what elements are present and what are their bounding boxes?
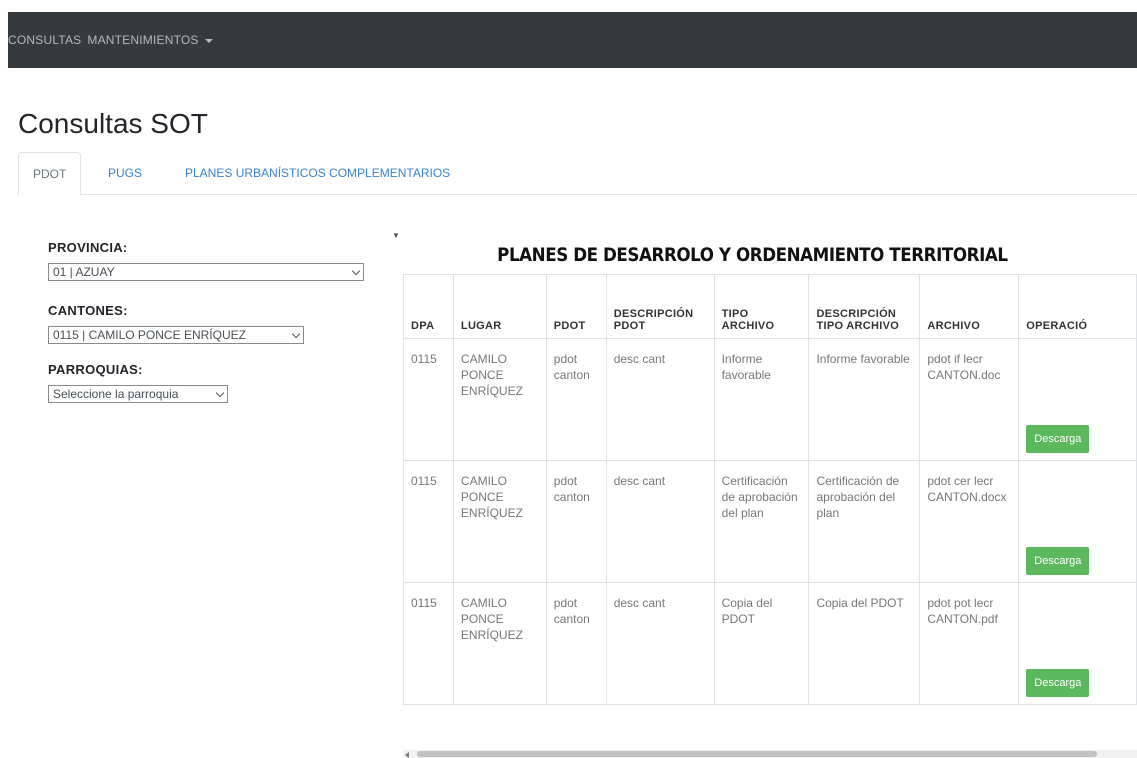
top-strip xyxy=(0,0,1137,12)
cell-pdot: pdot canton xyxy=(545,338,607,461)
cell-descripcion-tipo: Copia del PDOT xyxy=(808,582,921,705)
parroquias-select[interactable]: Seleccione la parroquia xyxy=(48,385,228,403)
cell-descripcion-pdot: desc cant xyxy=(605,460,715,583)
tab-planes-urbanisticos[interactable]: PLANES URBANÍSTICOS COMPLEMENTARIOS xyxy=(185,152,450,194)
cell-pdot: pdot canton xyxy=(545,460,607,583)
cell-operacion: Descarga xyxy=(1018,582,1137,705)
provincia-label: PROVINCIA: xyxy=(48,240,128,255)
column-header: TIPO ARCHIVO xyxy=(713,274,810,339)
cell-descripcion-tipo: Informe favorable xyxy=(808,338,921,461)
nav-mantenimientos[interactable]: MANTENIMIENTOS xyxy=(87,33,213,47)
horizontal-scrollbar[interactable] xyxy=(403,750,1137,758)
tab-bar: PDOT PUGS PLANES URBANÍSTICOS COMPLEMENT… xyxy=(18,152,1137,196)
cell-descripcion-pdot: desc cant xyxy=(605,338,715,461)
chevron-down-icon xyxy=(351,266,361,276)
cell-descripcion-tipo: Certificación de aprobación del plan xyxy=(808,460,921,583)
cell-descripcion-pdot: desc cant xyxy=(605,582,715,705)
scroll-left-icon[interactable] xyxy=(405,752,409,758)
nav-mantenimientos-label: MANTENIMIENTOS xyxy=(87,33,199,47)
tab-pugs[interactable]: PUGS xyxy=(108,152,142,194)
table-heading: PLANES DE DESARROLO Y ORDENAMIENTO TERRI… xyxy=(497,244,1008,266)
chevron-down-icon xyxy=(215,388,225,398)
parroquias-label: PARROQUIAS: xyxy=(48,362,143,377)
column-header: DESCRIPCIÓN PDOT xyxy=(605,274,715,339)
cantones-label: CANTONES: xyxy=(48,303,128,318)
nav-consultas[interactable]: CONSULTAS xyxy=(8,33,81,47)
page-title: Consultas SOT xyxy=(18,108,208,139)
cell-dpa: 0115 xyxy=(403,338,454,461)
provincia-value: 01 | AZUAY xyxy=(53,265,115,279)
scrollbar-thumb[interactable] xyxy=(417,751,1097,757)
column-header: PDOT xyxy=(545,274,607,339)
pdot-table: DPA LUGAR PDOT DESCRIPCIÓN PDOT TIPO ARC… xyxy=(403,274,1137,705)
table-container: DPA LUGAR PDOT DESCRIPCIÓN PDOT TIPO ARC… xyxy=(403,274,1137,758)
cell-lugar: CAMILO PONCE ENRÍQUEZ xyxy=(452,582,547,705)
parroquias-value: Seleccione la parroquia xyxy=(53,387,179,401)
column-header: ARCHIVO xyxy=(919,274,1020,339)
provincia-select[interactable]: 01 | AZUAY xyxy=(48,263,364,281)
collapse-caret-icon[interactable]: ▼ xyxy=(392,231,400,240)
table-row: 0115 CAMILO PONCE ENRÍQUEZ pdot canton d… xyxy=(403,460,1137,583)
column-header: OPERACIÓ xyxy=(1018,274,1137,339)
tab-pdot[interactable]: PDOT xyxy=(18,152,82,196)
cell-tipo-archivo: Copia del PDOT xyxy=(713,582,810,705)
cell-pdot: pdot canton xyxy=(545,582,607,705)
column-header: DESCRIPCIÓN TIPO ARCHIVO xyxy=(808,274,921,339)
cell-operacion: Descarga xyxy=(1018,338,1137,461)
navbar: CONSULTAS MANTENIMIENTOS xyxy=(8,12,1137,68)
cell-dpa: 0115 xyxy=(403,460,454,583)
chevron-down-icon xyxy=(291,329,301,339)
download-button[interactable]: Descarga xyxy=(1026,669,1090,697)
download-button[interactable]: Descarga xyxy=(1026,547,1090,575)
cantones-select[interactable]: 0115 | CAMILO PONCE ENRÍQUEZ xyxy=(48,326,304,344)
cell-tipo-archivo: Informe favorable xyxy=(713,338,810,461)
column-header: DPA xyxy=(403,274,454,339)
caret-down-icon xyxy=(204,38,213,43)
column-header: LUGAR xyxy=(452,274,547,339)
cell-archivo: pdot if lecr CANTON.doc xyxy=(919,338,1020,461)
cell-archivo: pdot cer lecr CANTON.docx xyxy=(919,460,1020,583)
cell-dpa: 0115 xyxy=(403,582,454,705)
cell-archivo: pdot pot lecr CANTON.pdf xyxy=(919,582,1020,705)
cell-operacion: Descarga xyxy=(1018,460,1137,583)
table-row: 0115 CAMILO PONCE ENRÍQUEZ pdot canton d… xyxy=(403,338,1137,461)
download-button[interactable]: Descarga xyxy=(1026,425,1090,453)
table-header-row: DPA LUGAR PDOT DESCRIPCIÓN PDOT TIPO ARC… xyxy=(403,274,1137,339)
cell-tipo-archivo: Certificación de aprobación del plan xyxy=(713,460,810,583)
cell-lugar: CAMILO PONCE ENRÍQUEZ xyxy=(452,460,547,583)
table-row: 0115 CAMILO PONCE ENRÍQUEZ pdot canton d… xyxy=(403,582,1137,705)
cantones-value: 0115 | CAMILO PONCE ENRÍQUEZ xyxy=(53,328,246,342)
cell-lugar: CAMILO PONCE ENRÍQUEZ xyxy=(452,338,547,461)
